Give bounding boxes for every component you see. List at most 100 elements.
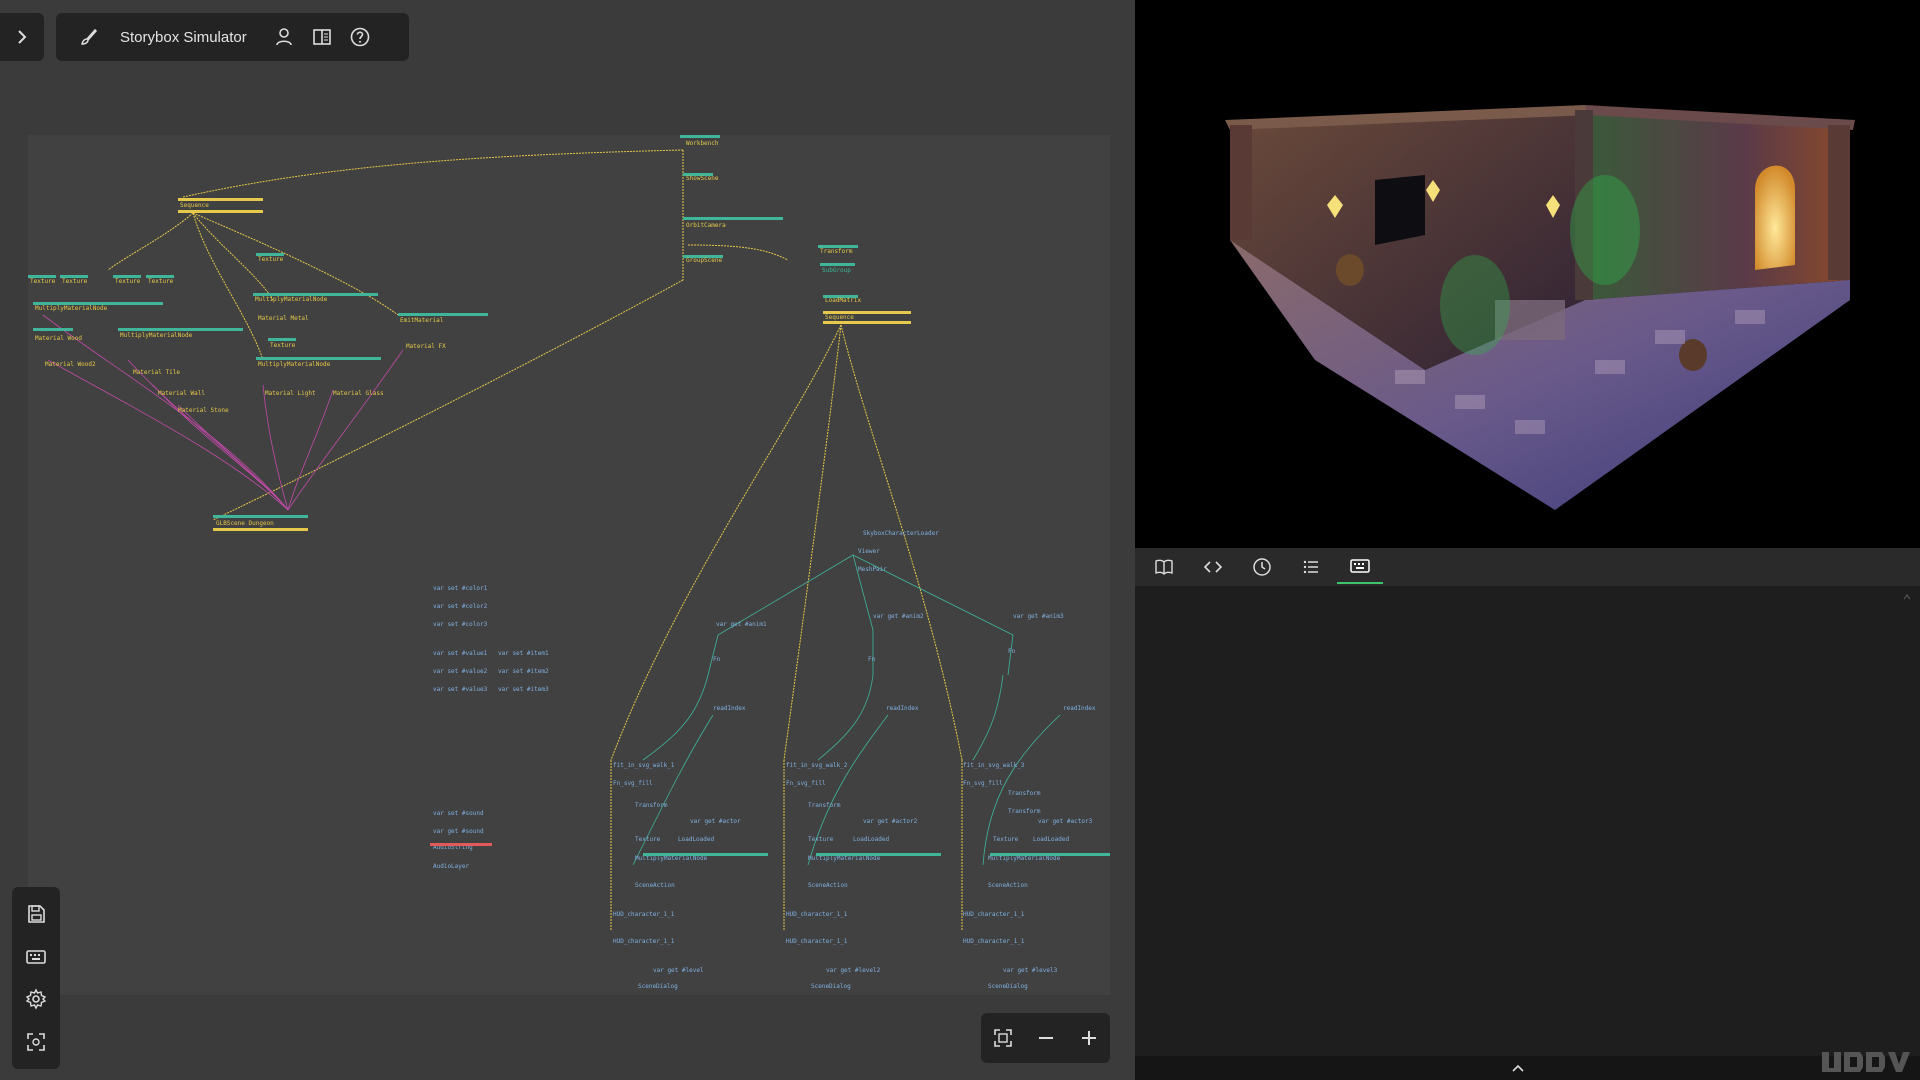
settings-icon bbox=[25, 988, 47, 1010]
svg-text:readIndex: readIndex bbox=[1063, 705, 1096, 712]
svg-text:MultiplyMaterialNode: MultiplyMaterialNode bbox=[255, 296, 328, 303]
fit-screen-icon bbox=[993, 1029, 1012, 1047]
svg-text:readIndex: readIndex bbox=[886, 705, 919, 712]
3d-preview-viewport[interactable] bbox=[1135, 0, 1920, 548]
svg-text:Transform: Transform bbox=[808, 802, 841, 809]
svg-text:MultiplyMaterialNode: MultiplyMaterialNode bbox=[35, 305, 108, 312]
tab-code[interactable] bbox=[1190, 550, 1236, 584]
svg-text:Fn: Fn bbox=[868, 656, 876, 663]
svg-text:var set #color3: var set #color3 bbox=[433, 621, 488, 628]
node-graph-canvas[interactable]: Workbench ShowScene OrbitCamera GroupSce… bbox=[28, 135, 1110, 995]
code-icon bbox=[1203, 561, 1223, 573]
svg-text:MultiplyMaterialNode: MultiplyMaterialNode bbox=[258, 361, 331, 368]
svg-text:fit_in_svg_walk_2: fit_in_svg_walk_2 bbox=[786, 762, 848, 769]
scroll-up-button[interactable] bbox=[1900, 590, 1914, 604]
project-toolbar: Storybox Simulator bbox=[56, 13, 409, 61]
svg-text:var get #level2: var get #level2 bbox=[826, 967, 881, 974]
svg-text:Material Tile: Material Tile bbox=[133, 369, 180, 376]
svg-text:GLBScene Dungeon: GLBScene Dungeon bbox=[216, 520, 274, 527]
svg-text:LoadMatrix: LoadMatrix bbox=[825, 297, 862, 304]
svg-text:fit_in_svg_walk_1: fit_in_svg_walk_1 bbox=[613, 762, 675, 769]
svg-text:SceneDialog: SceneDialog bbox=[638, 983, 678, 990]
svg-text:Material Metal: Material Metal bbox=[258, 315, 309, 322]
collapse-panel-button[interactable] bbox=[1503, 1058, 1533, 1078]
svg-text:Texture: Texture bbox=[808, 836, 834, 843]
svg-text:SceneDialog: SceneDialog bbox=[811, 983, 851, 990]
svg-text:var set #item2: var set #item2 bbox=[498, 668, 549, 675]
svg-text:Workbench: Workbench bbox=[686, 140, 719, 147]
svg-text:Material Wood: Material Wood bbox=[35, 335, 82, 342]
svg-text:AudioLayer: AudioLayer bbox=[433, 863, 470, 870]
graph-editor[interactable]: Workbench ShowScene OrbitCamera GroupSce… bbox=[0, 0, 1135, 1080]
svg-text:Transform: Transform bbox=[635, 802, 668, 809]
svg-text:Material Glass: Material Glass bbox=[333, 390, 384, 397]
screenshot-button[interactable] bbox=[18, 1024, 54, 1060]
svg-text:SceneAction: SceneAction bbox=[635, 882, 675, 889]
svg-text:Transform: Transform bbox=[820, 248, 853, 255]
svg-text:MultiplyMaterialNode: MultiplyMaterialNode bbox=[808, 855, 881, 862]
settings-button[interactable] bbox=[18, 981, 54, 1017]
svg-text:var get #anim1: var get #anim1 bbox=[716, 621, 767, 628]
zoom-in-button[interactable] bbox=[1072, 1021, 1106, 1055]
tab-list[interactable] bbox=[1288, 550, 1334, 584]
svg-text:HUD_character_1_1: HUD_character_1_1 bbox=[786, 911, 848, 918]
expand-sidebar-button[interactable] bbox=[0, 13, 44, 61]
svg-text:var set #value1: var set #value1 bbox=[433, 650, 488, 657]
svg-text:Texture: Texture bbox=[115, 278, 141, 285]
list-icon bbox=[1303, 560, 1318, 574]
svg-text:HUD_character_1_1: HUD_character_1_1 bbox=[613, 938, 675, 945]
tab-history[interactable] bbox=[1239, 550, 1285, 584]
help-icon[interactable] bbox=[343, 20, 377, 54]
dungeon-scene-render bbox=[1225, 105, 1855, 510]
keyboard-icon bbox=[26, 949, 46, 964]
history-icon bbox=[1253, 558, 1271, 576]
svg-text:var get #level: var get #level bbox=[653, 967, 704, 974]
brush-icon[interactable] bbox=[72, 20, 106, 54]
tab-docs[interactable] bbox=[1141, 550, 1187, 584]
svg-text:Material FX: Material FX bbox=[406, 343, 446, 350]
svg-text:Texture: Texture bbox=[62, 278, 88, 285]
tab-keyboard[interactable] bbox=[1337, 550, 1383, 584]
user-icon[interactable] bbox=[267, 20, 301, 54]
keyboard-icon bbox=[1350, 559, 1370, 573]
svg-text:Texture: Texture bbox=[270, 342, 296, 349]
svg-text:var set #color2: var set #color2 bbox=[433, 603, 488, 610]
svg-text:LoadLoaded: LoadLoaded bbox=[853, 836, 890, 843]
right-panel bbox=[1135, 0, 1920, 1080]
svg-text:var get #actor2: var get #actor2 bbox=[863, 818, 918, 825]
library-icon[interactable] bbox=[305, 20, 339, 54]
keyboard-shortcuts-button[interactable] bbox=[18, 939, 54, 975]
svg-text:SceneDialog: SceneDialog bbox=[988, 983, 1028, 990]
svg-text:HUD_character_1_1: HUD_character_1_1 bbox=[786, 938, 848, 945]
svg-text:Material Wall: Material Wall bbox=[158, 390, 205, 397]
svg-text:Sequence: Sequence bbox=[180, 202, 209, 209]
svg-text:Fn: Fn bbox=[713, 656, 721, 663]
bottom-bar bbox=[1135, 1056, 1920, 1080]
fit-to-screen-button[interactable] bbox=[986, 1021, 1020, 1055]
svg-text:var set #value3: var set #value3 bbox=[433, 686, 488, 693]
svg-text:SceneAction: SceneAction bbox=[808, 882, 848, 889]
svg-text:Texture: Texture bbox=[258, 256, 284, 263]
brand-logo bbox=[1822, 1052, 1910, 1072]
zoom-controls bbox=[981, 1013, 1110, 1063]
panel-tabbar bbox=[1135, 548, 1920, 586]
svg-text:Material Wood2: Material Wood2 bbox=[45, 361, 96, 368]
svg-text:Texture: Texture bbox=[30, 278, 56, 285]
save-icon bbox=[28, 905, 45, 924]
svg-text:SubGroup: SubGroup bbox=[822, 267, 851, 274]
svg-text:Sequence: Sequence bbox=[825, 314, 854, 321]
svg-text:MeshPair: MeshPair bbox=[858, 566, 887, 573]
zoom-out-button[interactable] bbox=[1029, 1021, 1063, 1055]
book-icon bbox=[1155, 559, 1173, 575]
svg-text:var get #level3: var get #level3 bbox=[1003, 967, 1058, 974]
minus-icon bbox=[1038, 1037, 1053, 1039]
svg-text:HUD_character_1_1: HUD_character_1_1 bbox=[613, 911, 675, 918]
svg-text:var set #sound: var set #sound bbox=[433, 810, 484, 817]
svg-text:MultiplyMaterialNode: MultiplyMaterialNode bbox=[988, 855, 1061, 862]
project-title: Storybox Simulator bbox=[120, 28, 247, 46]
chevron-right-icon bbox=[18, 30, 27, 44]
svg-text:EmitMaterial: EmitMaterial bbox=[400, 317, 444, 324]
svg-text:Viewer: Viewer bbox=[858, 548, 880, 555]
save-button[interactable] bbox=[18, 896, 54, 932]
svg-text:Transform: Transform bbox=[1008, 790, 1041, 797]
